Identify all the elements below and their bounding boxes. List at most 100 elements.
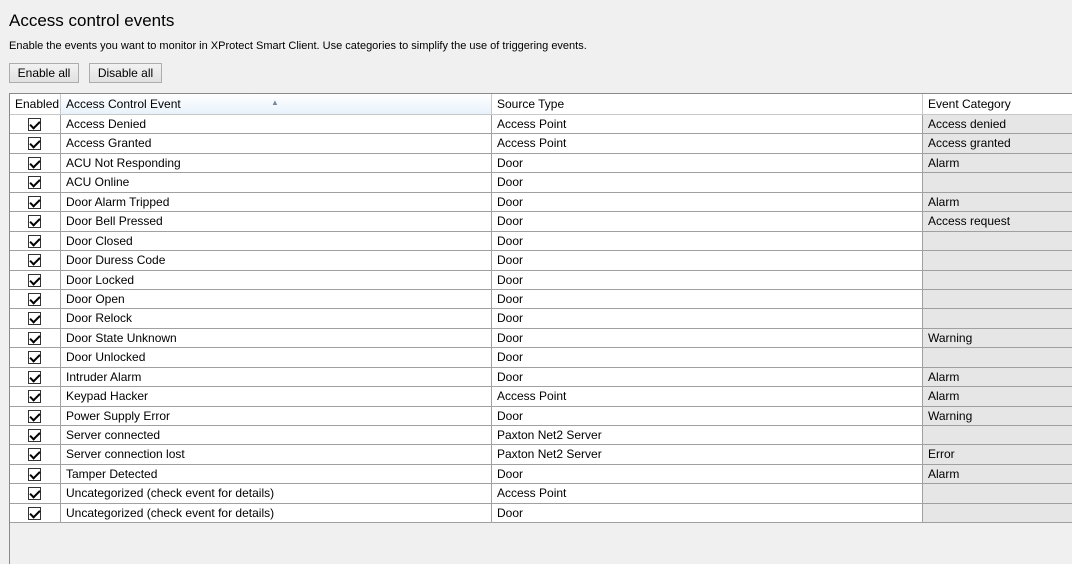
enabled-checkbox[interactable] xyxy=(28,390,41,404)
enabled-checkbox[interactable] xyxy=(28,448,41,462)
table-row[interactable]: ACU Online Door xyxy=(10,173,1072,193)
enabled-cell[interactable] xyxy=(10,231,61,251)
event-name-cell[interactable]: ACU Not Responding xyxy=(61,153,492,173)
column-header-event[interactable]: Access Control Event ▲ xyxy=(61,94,492,114)
table-row[interactable]: Door State Unknown Door Warning xyxy=(10,328,1072,349)
event-category-cell[interactable]: Access denied xyxy=(923,115,1072,134)
event-category-cell[interactable]: Alarm xyxy=(923,367,1072,387)
enabled-cell[interactable] xyxy=(10,484,61,503)
table-row[interactable]: Uncategorized (check event for details) A… xyxy=(10,484,1072,504)
table-row[interactable]: Door Duress Code Door xyxy=(10,251,1072,271)
event-category-cell[interactable]: Alarm xyxy=(923,192,1072,212)
column-header-event-category[interactable]: Event Category xyxy=(923,94,1072,114)
enabled-checkbox[interactable] xyxy=(28,254,41,268)
source-type-cell[interactable]: Access Point xyxy=(492,134,923,153)
table-row[interactable]: Keypad Hacker Access Point Alarm xyxy=(10,387,1072,407)
event-category-cell[interactable]: Alarm xyxy=(923,464,1072,484)
event-category-cell[interactable] xyxy=(923,309,1072,328)
enabled-cell[interactable] xyxy=(10,328,61,348)
source-type-cell[interactable]: Access Point xyxy=(492,115,923,134)
event-category-cell[interactable]: Error xyxy=(923,445,1072,464)
event-category-cell[interactable]: Access granted xyxy=(923,134,1072,153)
table-row[interactable]: ACU Not Responding Door Alarm xyxy=(10,153,1072,174)
enabled-cell[interactable] xyxy=(10,270,61,289)
enabled-cell[interactable] xyxy=(10,367,61,387)
table-row[interactable]: Uncategorized (check event for details) D… xyxy=(10,503,1072,524)
source-type-cell[interactable]: Door xyxy=(492,406,923,425)
enabled-cell[interactable] xyxy=(10,309,61,328)
source-type-cell[interactable]: Door xyxy=(492,192,923,212)
source-type-cell[interactable]: Door xyxy=(492,503,923,523)
enabled-checkbox[interactable] xyxy=(28,292,41,306)
enabled-cell[interactable] xyxy=(10,387,61,406)
enabled-checkbox[interactable] xyxy=(28,215,41,229)
event-category-cell[interactable] xyxy=(923,231,1072,251)
event-name-cell[interactable]: Access Granted xyxy=(61,134,492,153)
source-type-cell[interactable]: Door xyxy=(492,270,923,289)
enabled-checkbox[interactable] xyxy=(28,118,41,131)
enabled-checkbox[interactable] xyxy=(28,467,41,481)
source-type-cell[interactable]: Door xyxy=(492,367,923,387)
enabled-checkbox[interactable] xyxy=(28,234,41,248)
source-type-cell[interactable]: Door xyxy=(492,173,923,192)
enabled-cell[interactable] xyxy=(10,212,61,231)
event-category-cell[interactable]: Access request xyxy=(923,212,1072,231)
table-row[interactable]: Power Supply Error Door Warning xyxy=(10,406,1072,426)
table-row[interactable]: Door Relock Door xyxy=(10,309,1072,329)
enabled-cell[interactable] xyxy=(10,173,61,192)
source-type-cell[interactable]: Door xyxy=(492,289,923,309)
source-type-cell[interactable]: Door xyxy=(492,212,923,231)
table-row[interactable]: Server connection lost Paxton Net2 Server… xyxy=(10,445,1072,465)
event-name-cell[interactable]: Uncategorized (check event for details) xyxy=(61,484,492,503)
event-category-cell[interactable] xyxy=(923,503,1072,523)
event-category-cell[interactable] xyxy=(923,484,1072,503)
enabled-cell[interactable] xyxy=(10,426,61,445)
source-type-cell[interactable]: Access Point xyxy=(492,387,923,406)
enabled-checkbox[interactable] xyxy=(28,331,41,345)
enabled-checkbox[interactable] xyxy=(28,156,41,170)
enabled-cell[interactable] xyxy=(10,406,61,425)
table-row[interactable]: Access Denied Access Point Access denied xyxy=(10,115,1072,135)
enabled-checkbox[interactable] xyxy=(28,429,41,442)
source-type-cell[interactable]: Door xyxy=(492,231,923,251)
event-category-cell[interactable] xyxy=(923,173,1072,192)
event-name-cell[interactable]: Door Closed xyxy=(61,231,492,251)
enabled-cell[interactable] xyxy=(10,192,61,212)
event-name-cell[interactable]: Uncategorized (check event for details) xyxy=(61,503,492,523)
source-type-cell[interactable]: Access Point xyxy=(492,484,923,503)
enabled-checkbox[interactable] xyxy=(28,312,41,326)
enabled-cell[interactable] xyxy=(10,289,61,309)
enabled-checkbox[interactable] xyxy=(28,370,41,384)
table-row[interactable]: Door Alarm Tripped Door Alarm xyxy=(10,192,1072,213)
enabled-cell[interactable] xyxy=(10,153,61,173)
event-name-cell[interactable]: Intruder Alarm xyxy=(61,367,492,387)
event-name-cell[interactable]: Access Denied xyxy=(61,115,492,134)
enabled-cell[interactable] xyxy=(10,445,61,464)
event-name-cell[interactable]: Door State Unknown xyxy=(61,328,492,348)
enabled-checkbox[interactable] xyxy=(28,176,41,190)
event-name-cell[interactable]: Door Open xyxy=(61,289,492,309)
event-name-cell[interactable]: Power Supply Error xyxy=(61,406,492,425)
table-row[interactable]: Access Granted Access Point Access granted xyxy=(10,134,1072,154)
event-name-cell[interactable]: Server connected xyxy=(61,426,492,445)
event-name-cell[interactable]: Tamper Detected xyxy=(61,464,492,484)
source-type-cell[interactable]: Door xyxy=(492,464,923,484)
enabled-cell[interactable] xyxy=(10,348,61,367)
table-row[interactable]: Intruder Alarm Door Alarm xyxy=(10,367,1072,388)
event-category-cell[interactable] xyxy=(923,426,1072,445)
source-type-cell[interactable]: Door xyxy=(492,309,923,328)
source-type-cell[interactable]: Door xyxy=(492,328,923,348)
event-category-cell[interactable] xyxy=(923,251,1072,270)
enabled-cell[interactable] xyxy=(10,464,61,484)
source-type-cell[interactable]: Door xyxy=(492,348,923,367)
table-row[interactable]: Door Bell Pressed Door Access request xyxy=(10,212,1072,232)
event-name-cell[interactable]: ACU Online xyxy=(61,173,492,192)
source-type-cell[interactable]: Door xyxy=(492,153,923,173)
table-row[interactable]: Door Locked Door xyxy=(10,270,1072,290)
event-name-cell[interactable]: Door Duress Code xyxy=(61,251,492,270)
event-name-cell[interactable]: Keypad Hacker xyxy=(61,387,492,406)
event-category-cell[interactable]: Alarm xyxy=(923,387,1072,406)
enabled-cell[interactable] xyxy=(10,134,61,153)
source-type-cell[interactable]: Paxton Net2 Server xyxy=(492,426,923,445)
event-category-cell[interactable]: Warning xyxy=(923,328,1072,348)
